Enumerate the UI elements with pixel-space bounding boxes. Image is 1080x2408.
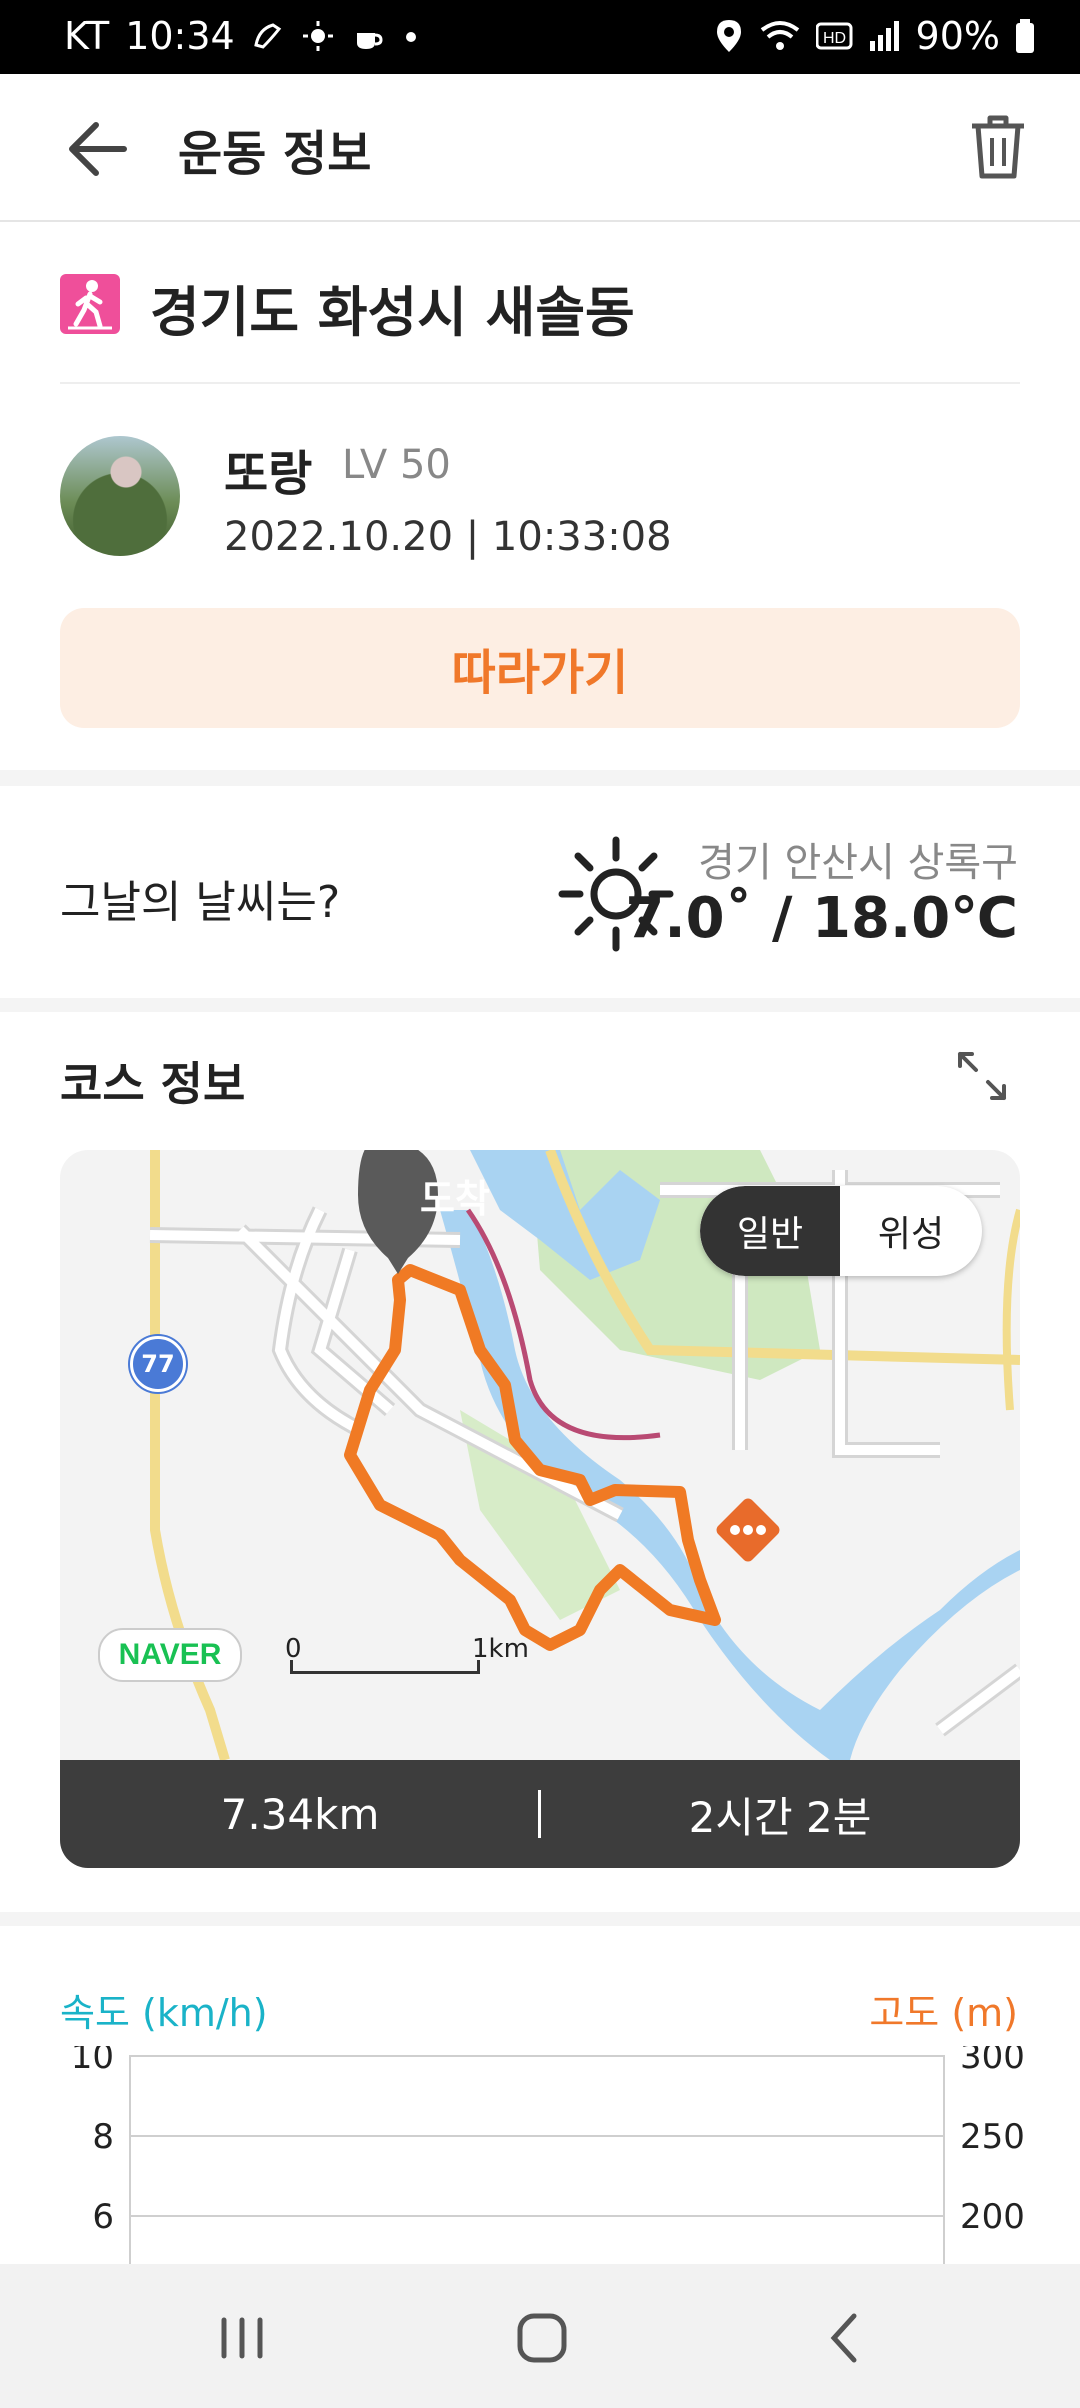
weather-location: 경기 안산시 상록구: [698, 840, 1018, 886]
altitude-tick-200: 200: [960, 2197, 1025, 2237]
course-title: 코스 정보: [60, 1057, 246, 1111]
follow-button[interactable]: 따라가기: [60, 608, 1020, 728]
battery-percent: 90%: [915, 14, 1000, 58]
divider: [60, 382, 1020, 384]
coffee-icon: [356, 33, 383, 49]
weather-temperature: 7.0˚ / 18.0℃: [625, 886, 1018, 951]
course-card: 코스 정보 도착 77 일반 위성 NAVER 0 1km 7.34km 2시간…: [0, 1012, 1080, 1912]
speed-tick-6: 6: [92, 2197, 114, 2237]
weather-sun-icon: [302, 21, 333, 51]
route-number-badge: 77: [130, 1336, 186, 1392]
speed-tick-10: 10: [71, 2046, 114, 2077]
course-stats-bar: 7.34km 2시간 2분: [60, 1760, 1020, 1868]
activity-datetime: 2022.10.20 | 10:33:08: [224, 514, 672, 560]
map-type-toggle[interactable]: 일반 위성: [700, 1186, 982, 1276]
speed-altitude-chart: 10 8 6 300 250 200: [71, 2046, 1025, 2286]
shoe-icon: [253, 23, 281, 49]
signal-icon: [869, 21, 899, 51]
page-title: 운동 정보: [178, 126, 372, 182]
scale-end: 1km: [472, 1634, 529, 1664]
avatar[interactable]: [60, 436, 180, 556]
speed-axis-label: 속도 (km/h): [60, 1991, 268, 2035]
wifi-icon: [760, 21, 799, 50]
altitude-tick-250: 250: [960, 2117, 1025, 2157]
naver-logo: NAVER: [98, 1628, 242, 1682]
activity-location: 경기도 화성시 새솔동: [150, 281, 635, 344]
altitude-axis-label: 고도 (m): [869, 1991, 1018, 2035]
dot-icon: [405, 32, 416, 42]
course-map[interactable]: 도착 77 일반 위성 NAVER 0 1km: [60, 1150, 1020, 1760]
expand-icon[interactable]: [954, 1048, 1010, 1104]
user-level: LV 50: [342, 442, 451, 488]
arrival-marker: 도착: [420, 1177, 490, 1221]
location-icon: [716, 20, 741, 52]
activity-card: 경기도 화성시 새솔동 또랑 LV 50 2022.10.20 | 10:33:…: [0, 222, 1080, 770]
course-distance: 7.34km: [220, 1789, 380, 1839]
home-icon[interactable]: [512, 2308, 572, 2368]
trash-icon[interactable]: [966, 112, 1030, 182]
hd-icon: HD: [815, 22, 853, 50]
weather-card: 그날의 날씨는? 경기 안산시 상록구 7.0˚ / 18.0℃: [0, 786, 1080, 998]
map-type-satellite[interactable]: 위성: [840, 1186, 982, 1276]
speed-altitude-chart-card: 속도 (km/h) 고도 (m) 10 8 6 300 250 200: [0, 1926, 1080, 2286]
carrier: KT: [64, 14, 110, 58]
map-type-normal[interactable]: 일반: [700, 1186, 840, 1276]
status-bar: KT 10:34 HD 90%: [0, 0, 1080, 74]
svg-text:HD: HD: [823, 30, 846, 47]
course-duration: 2시간 2분: [688, 1792, 872, 1842]
speed-tick-8: 8: [92, 2117, 114, 2157]
system-nav-bar: [0, 2264, 1080, 2408]
user-name: 또랑: [224, 446, 313, 502]
recent-apps-icon[interactable]: [212, 2308, 272, 2368]
scale-bar: [290, 1660, 480, 1674]
arrow-left-icon[interactable]: [62, 116, 132, 182]
back-nav-icon[interactable]: [816, 2308, 876, 2368]
walking-icon: [60, 274, 120, 334]
battery-icon: [1016, 19, 1034, 53]
app-header: 운동 정보: [0, 74, 1080, 222]
weather-question: 그날의 날씨는?: [60, 877, 341, 928]
clock: 10:34: [125, 14, 235, 58]
altitude-tick-300: 300: [960, 2046, 1025, 2077]
